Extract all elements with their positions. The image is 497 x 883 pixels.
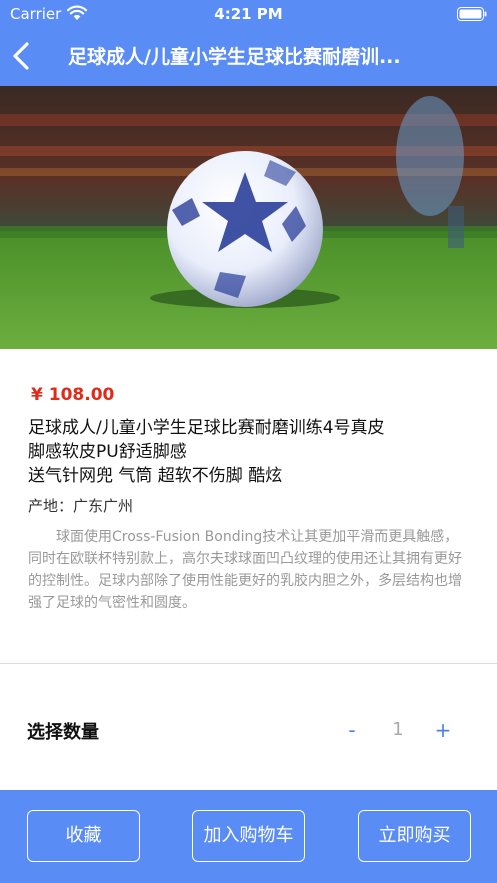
product-name-line-2: 脚感软皮PU舒适脚感 (28, 442, 187, 462)
product-name-line-1: 足球成人/儿童小学生足球比赛耐磨训练4号真皮 (28, 418, 385, 438)
divider (0, 663, 497, 664)
clock: 4:21 PM (214, 5, 283, 23)
quantity-value: 1 (392, 719, 404, 740)
battery-icon (457, 7, 487, 21)
quantity-label: 选择数量 (27, 722, 99, 743)
bottom-action-bar: 收藏 加入购物车 立即购买 (0, 790, 497, 883)
nav-bar: 足球成人/儿童小学生足球比赛耐磨训... (0, 28, 497, 86)
chevron-left-icon (13, 42, 29, 70)
product-name-line-3: 送气针网兜 气筒 超软不伤脚 酷炫 (28, 466, 283, 486)
add-to-cart-button[interactable]: 加入购物车 (192, 810, 305, 862)
product-origin: 产地：广东广州 (28, 497, 134, 515)
page-title: 足球成人/儿童小学生足球比赛耐磨训... (68, 46, 401, 68)
product-description: 球面使用Cross-Fusion Bonding技术让其更加平滑而更具触感，同时… (28, 529, 462, 611)
back-button[interactable] (6, 36, 46, 76)
product-image (0, 86, 497, 349)
product-detail-screen: Carrier 4:21 PM 足球成人/儿童小学生足球比赛耐磨训... ¥ 1… (0, 0, 497, 883)
product-price: ¥ 108.00 (31, 385, 115, 405)
quantity-decrease-button[interactable]: - (340, 716, 364, 744)
buy-now-button[interactable]: 立即购买 (358, 810, 471, 862)
product-name: 足球成人/儿童小学生足球比赛耐磨训练4号真皮 脚感软皮PU舒适脚感 送气针网兜 … (28, 416, 473, 488)
quantity-increase-button[interactable]: + (431, 716, 455, 744)
favorite-button[interactable]: 收藏 (27, 810, 140, 862)
status-bar: Carrier 4:21 PM (0, 0, 497, 28)
top-bar: Carrier 4:21 PM 足球成人/儿童小学生足球比赛耐磨训... (0, 0, 497, 86)
